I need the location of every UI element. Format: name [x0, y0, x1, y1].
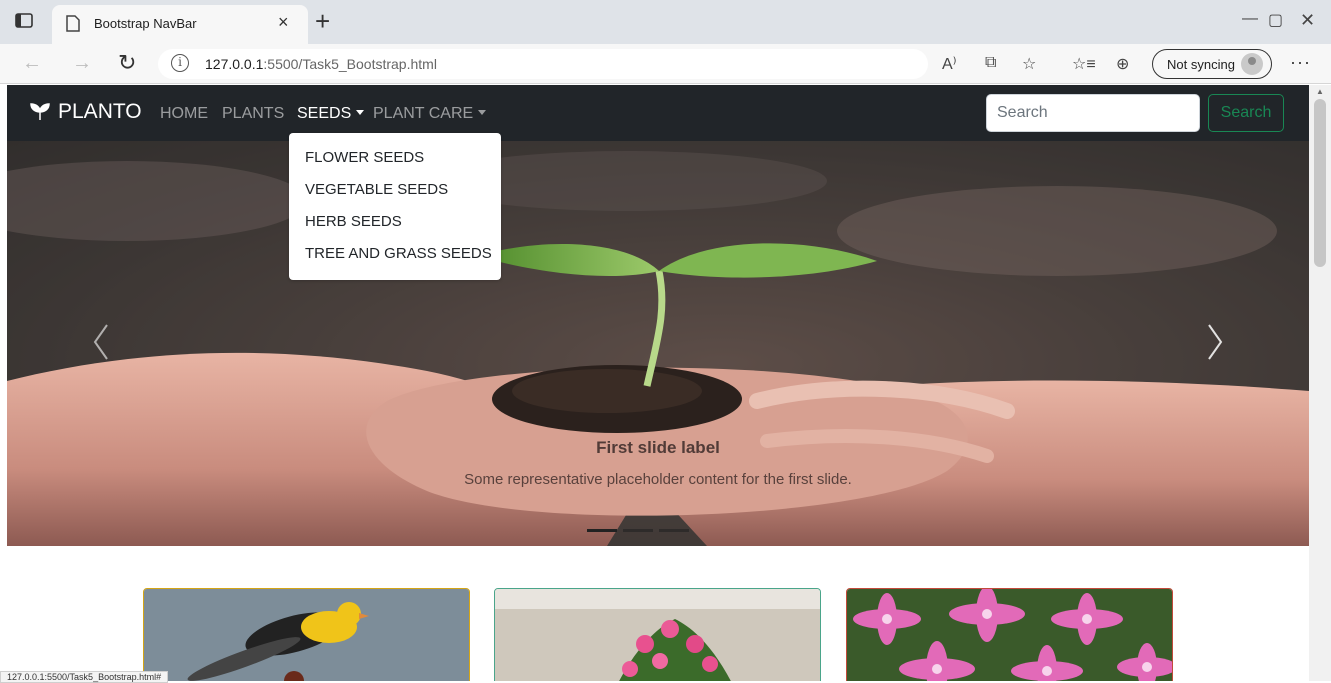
close-tab-icon[interactable]: × [278, 12, 289, 33]
add-favorite-icon[interactable]: ☆ [1022, 54, 1036, 74]
card-pink-flowers[interactable] [494, 588, 821, 681]
carousel-indicators [587, 519, 695, 537]
caption-title: First slide label [596, 438, 720, 457]
forward-icon[interactable]: → [72, 52, 92, 74]
search-input-wrapper [986, 94, 1200, 132]
page-icon [66, 15, 80, 37]
address-bar[interactable]: i 127.0.0.1:5500/Task5_Bootstrap.html [158, 49, 928, 79]
tab-actions-icon[interactable] [14, 12, 36, 32]
nav-dropdown-seeds[interactable]: SEEDS [297, 105, 365, 123]
scroll-up-icon[interactable]: ▲ [1316, 87, 1324, 96]
minimize-icon[interactable]: — [1242, 10, 1258, 28]
pink-flower-plant-image [495, 589, 820, 681]
carousel-indicator[interactable] [587, 529, 617, 532]
seeds-dropdown-menu: FLOWER SEEDS VEGETABLE SEEDS HERB SEEDS … [289, 133, 501, 280]
immersive-reader-icon[interactable]: ⧉ [985, 54, 996, 72]
close-window-icon[interactable]: ✕ [1300, 10, 1315, 31]
tab-title: Bootstrap NavBar [94, 16, 197, 31]
carousel-prev-icon[interactable] [87, 317, 117, 367]
page-scrollbar[interactable]: ▲ [1309, 85, 1331, 681]
carousel-indicator[interactable] [623, 529, 653, 532]
sync-label: Not syncing [1167, 57, 1235, 72]
more-options-icon[interactable]: ··· [1290, 52, 1311, 73]
card-clematis[interactable] [846, 588, 1173, 681]
card-goldfinch[interactable] [143, 588, 470, 681]
page-viewport: PLANTO HOME PLANTS SEEDS PLANT CARE Sear… [7, 85, 1309, 681]
browser-tab-strip: Bootstrap NavBar × + — ▢ ✕ [0, 0, 1331, 44]
dropdown-item-tree-grass-seeds[interactable]: TREE AND GRASS SEEDS [289, 243, 501, 275]
hero-carousel: First slide label Some representative pl… [7, 141, 1309, 546]
dropdown-item-herb-seeds[interactable]: HERB SEEDS [289, 211, 501, 243]
status-bar-url: 127.0.0.1:5500/Task5_Bootstrap.html# [0, 671, 169, 683]
avatar-icon [1241, 53, 1263, 75]
search-input[interactable] [987, 95, 1199, 131]
dropdown-item-flower-seeds[interactable]: FLOWER SEEDS [289, 147, 501, 179]
brand-link[interactable]: PLANTO [30, 100, 142, 124]
favorites-icon[interactable]: ☆≡ [1072, 54, 1096, 74]
url-text[interactable]: 127.0.0.1:5500/Task5_Bootstrap.html [205, 56, 437, 72]
reload-icon[interactable]: ↻ [118, 52, 136, 74]
nav-link-home[interactable]: HOME [160, 105, 208, 123]
carousel-indicator[interactable] [659, 529, 689, 532]
nav-link-plants[interactable]: PLANTS [222, 105, 284, 123]
clematis-flowers-image [847, 589, 1172, 681]
plant-logo-icon [30, 103, 50, 120]
search-button[interactable]: Search [1208, 94, 1284, 132]
site-navbar: PLANTO HOME PLANTS SEEDS PLANT CARE Sear… [7, 85, 1309, 141]
restore-icon[interactable]: ▢ [1268, 10, 1283, 30]
nav-dropdown-plant-care[interactable]: PLANT CARE [373, 105, 487, 123]
site-info-icon[interactable]: i [171, 54, 189, 72]
caret-down-icon [478, 110, 487, 115]
brand-name: PLANTO [58, 100, 142, 123]
scrollbar-thumb[interactable] [1314, 99, 1326, 267]
new-tab-icon[interactable]: + [315, 6, 330, 36]
goldfinch-image [144, 589, 469, 681]
read-aloud-icon[interactable]: A⁾ [942, 54, 957, 74]
browser-tab[interactable]: Bootstrap NavBar × [52, 5, 308, 44]
carousel-next-icon[interactable] [1199, 317, 1229, 367]
caret-down-icon [356, 110, 365, 115]
caption-text: Some representative placeholder content … [464, 471, 852, 488]
collections-icon[interactable]: ⊕ [1116, 54, 1129, 74]
profile-sync-button[interactable]: Not syncing [1152, 49, 1272, 79]
address-toolbar: ← → ↻ i 127.0.0.1:5500/Task5_Bootstrap.h… [0, 44, 1331, 84]
back-icon[interactable]: ← [22, 52, 42, 74]
dropdown-item-vegetable-seeds[interactable]: VEGETABLE SEEDS [289, 179, 501, 211]
